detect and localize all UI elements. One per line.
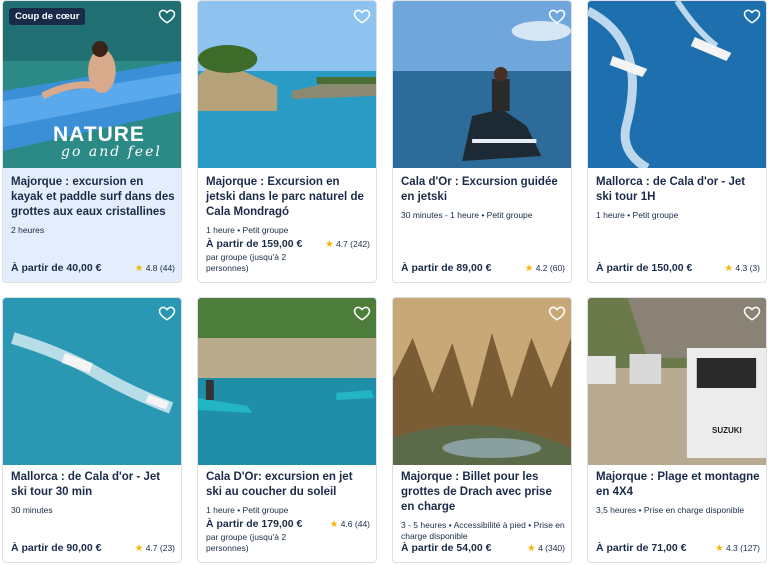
card-rating: ★ 4.3 (127) bbox=[715, 543, 760, 554]
image-brand-text: SUZUKI bbox=[712, 426, 742, 435]
card-image-sunset-jetski[interactable] bbox=[198, 298, 376, 465]
activity-card[interactable]: Cala d'Or : Excursion guidée en jetski 3… bbox=[392, 0, 572, 283]
card-meta: 30 minutes bbox=[11, 505, 53, 515]
heart-outline-icon[interactable] bbox=[548, 304, 566, 322]
card-meta: 1 heure • Petit groupe bbox=[206, 505, 289, 515]
card-meta: 1 heure • Petit groupe bbox=[596, 210, 679, 220]
card-rating: ★ 4.8 (44) bbox=[134, 263, 175, 274]
heart-outline-icon[interactable] bbox=[743, 304, 761, 322]
card-image-4x4[interactable] bbox=[588, 298, 766, 465]
activity-card[interactable]: Coup de cœur NATURE go and feel Majorque… bbox=[2, 0, 182, 283]
card-rating: ★ 4.2 (60) bbox=[524, 263, 565, 274]
star-icon: ★ bbox=[325, 239, 334, 250]
activity-card[interactable]: SUZUKI Majorque : Plage et montagne en 4… bbox=[587, 297, 767, 563]
heart-outline-icon[interactable] bbox=[548, 7, 566, 25]
card-rating: ★ 4.3 (3) bbox=[724, 263, 760, 274]
heart-outline-icon[interactable] bbox=[353, 304, 371, 322]
heart-outline-icon[interactable] bbox=[158, 7, 176, 25]
activity-card[interactable]: Majorque : Billet pour les grottes de Dr… bbox=[392, 297, 572, 563]
card-title[interactable]: Majorque : excursion en kayak et paddle … bbox=[11, 175, 175, 220]
card-rating: ★ 4.7 (23) bbox=[134, 543, 175, 554]
card-rating: ★ 4 (340) bbox=[527, 543, 565, 554]
card-image-coast[interactable] bbox=[198, 1, 376, 168]
activity-card[interactable]: Mallorca : de Cala d'or - Jet ski tour 3… bbox=[2, 297, 182, 563]
star-icon: ★ bbox=[134, 543, 144, 554]
card-title[interactable]: Mallorca : de Cala d'or - Jet ski tour 1… bbox=[596, 175, 760, 205]
activity-card[interactable]: Majorque : Excursion en jetski dans le p… bbox=[197, 0, 377, 283]
star-icon: ★ bbox=[715, 543, 724, 554]
card-meta: 3,5 heures • Prise en charge disponible bbox=[596, 505, 745, 515]
featured-badge: Coup de cœur bbox=[9, 8, 86, 25]
card-title[interactable]: Majorque : Plage et montagne en 4X4 bbox=[596, 470, 760, 500]
card-meta: 1 heure • Petit groupe bbox=[206, 225, 289, 235]
card-meta: 2 heures bbox=[11, 225, 45, 235]
star-icon: ★ bbox=[134, 263, 144, 274]
card-title[interactable]: Cala d'Or : Excursion guidée en jetski bbox=[401, 175, 565, 205]
card-title[interactable]: Mallorca : de Cala d'or - Jet ski tour 3… bbox=[11, 470, 175, 500]
heart-outline-icon[interactable] bbox=[158, 304, 176, 322]
card-price-note: par groupe (jusqu'à 2 personnes) bbox=[206, 252, 287, 273]
card-rating: ★ 4.7 (242) bbox=[325, 239, 370, 250]
card-price-note: par groupe (jusqu'à 2 personnes) bbox=[206, 532, 287, 553]
activity-card[interactable]: Cala D'Or: excursion en jet ski au couch… bbox=[197, 297, 377, 563]
star-icon: ★ bbox=[527, 543, 536, 554]
card-title[interactable]: Cala D'Or: excursion en jet ski au couch… bbox=[206, 470, 370, 500]
star-icon: ★ bbox=[724, 263, 734, 274]
card-image-caves[interactable] bbox=[393, 298, 571, 465]
card-image-jetski[interactable] bbox=[393, 1, 571, 168]
card-image-jetski-group[interactable] bbox=[3, 298, 181, 465]
star-icon: ★ bbox=[524, 263, 534, 274]
heart-outline-icon[interactable] bbox=[353, 7, 371, 25]
card-meta: 30 minutes - 1 heure • Petit groupe bbox=[401, 210, 533, 220]
card-title[interactable]: Majorque : Billet pour les grottes de Dr… bbox=[401, 470, 565, 515]
heart-outline-icon[interactable] bbox=[743, 7, 761, 25]
image-overlay-text: NATURE go and feel bbox=[53, 123, 162, 160]
card-image-jetski-aerial[interactable] bbox=[588, 1, 766, 168]
activity-card[interactable]: Mallorca : de Cala d'or - Jet ski tour 1… bbox=[587, 0, 767, 283]
card-rating: ★ 4.6 (44) bbox=[329, 519, 370, 530]
star-icon: ★ bbox=[329, 519, 339, 530]
card-meta: 3 - 5 heures • Accessibilité à pied • Pr… bbox=[401, 520, 565, 541]
card-title[interactable]: Majorque : Excursion en jetski dans le p… bbox=[206, 175, 370, 220]
